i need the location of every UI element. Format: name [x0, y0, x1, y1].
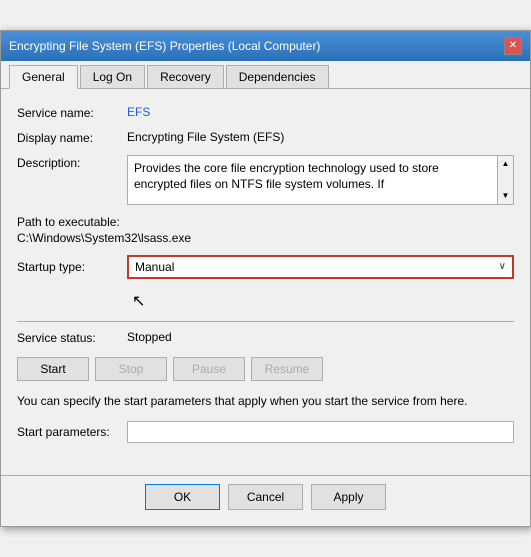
path-value: C:\Windows\System32\lsass.exe	[17, 231, 514, 245]
tab-general[interactable]: General	[9, 65, 78, 89]
tab-recovery[interactable]: Recovery	[147, 65, 224, 88]
scroll-down-icon[interactable]: ▼	[500, 188, 512, 203]
start-params-label: Start parameters:	[17, 425, 127, 439]
tab-bar: General Log On Recovery Dependencies	[1, 61, 530, 89]
stop-button[interactable]: Stop	[95, 357, 167, 381]
service-status-value: Stopped	[127, 330, 172, 344]
display-name-row: Display name: Encrypting File System (EF…	[17, 130, 514, 145]
path-label: Path to executable:	[17, 215, 514, 229]
properties-window: Encrypting File System (EFS) Properties …	[0, 30, 531, 528]
service-status-row: Service status: Stopped	[17, 330, 514, 345]
start-button[interactable]: Start	[17, 357, 89, 381]
cursor-area: ↖	[17, 289, 514, 313]
cursor-icon: ↖	[132, 291, 145, 311]
start-params-row: Start parameters:	[17, 421, 514, 443]
pause-button[interactable]: Pause	[173, 357, 245, 381]
cancel-button[interactable]: Cancel	[228, 484, 303, 510]
note-text: You can specify the start parameters tha…	[17, 393, 514, 410]
chevron-down-icon: ∨	[499, 261, 506, 272]
title-bar: Encrypting File System (EFS) Properties …	[1, 31, 530, 61]
service-buttons: Start Stop Pause Resume	[17, 357, 514, 381]
startup-type-label: Startup type:	[17, 260, 127, 274]
description-label: Description:	[17, 155, 127, 170]
service-name-label: Service name:	[17, 105, 127, 120]
close-button[interactable]: ✕	[504, 37, 522, 55]
description-row: Description: Provides the core file encr…	[17, 155, 514, 205]
window-title: Encrypting File System (EFS) Properties …	[9, 39, 320, 53]
description-scrollbar[interactable]: ▲ ▼	[497, 156, 513, 204]
startup-type-row: Startup type: Manual ∨	[17, 255, 514, 279]
display-name-value: Encrypting File System (EFS)	[127, 130, 284, 144]
tab-logon[interactable]: Log On	[80, 65, 145, 88]
startup-type-dropdown[interactable]: Manual ∨	[127, 255, 514, 279]
description-text: Provides the core file encryption techno…	[134, 160, 507, 194]
service-name-row: Service name: EFS	[17, 105, 514, 120]
service-status-label: Service status:	[17, 330, 127, 345]
tab-content: Service name: EFS Display name: Encrypti…	[1, 89, 530, 476]
description-box: Provides the core file encryption techno…	[127, 155, 514, 205]
tab-dependencies[interactable]: Dependencies	[226, 65, 329, 88]
footer-buttons: OK Cancel Apply	[1, 475, 530, 526]
ok-button[interactable]: OK	[145, 484, 220, 510]
scroll-up-icon[interactable]: ▲	[500, 156, 512, 171]
display-name-label: Display name:	[17, 130, 127, 145]
start-params-input[interactable]	[127, 421, 514, 443]
divider	[17, 321, 514, 322]
path-section: Path to executable: C:\Windows\System32\…	[17, 215, 514, 245]
apply-button[interactable]: Apply	[311, 484, 386, 510]
service-name-value: EFS	[127, 105, 150, 119]
title-bar-controls: ✕	[504, 37, 522, 55]
startup-type-selected: Manual	[135, 260, 174, 274]
resume-button[interactable]: Resume	[251, 357, 323, 381]
